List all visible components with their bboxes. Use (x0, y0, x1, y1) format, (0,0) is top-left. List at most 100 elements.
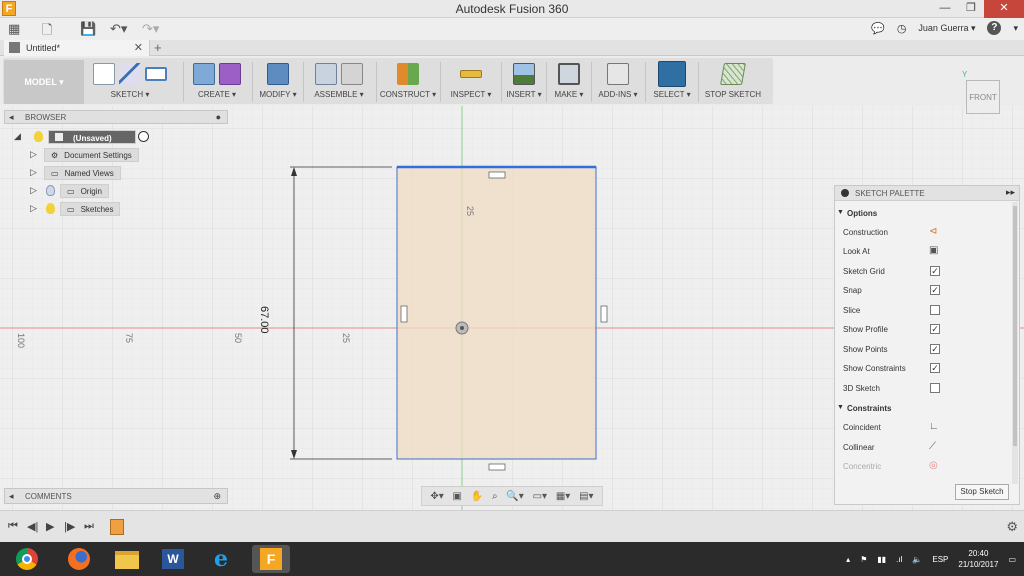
create-sketch-icon[interactable] (93, 63, 115, 85)
scripts-icon[interactable] (607, 63, 629, 85)
option-show-constraints[interactable]: Show Constraints ✓ (843, 362, 993, 376)
insert-image-icon[interactable] (513, 63, 535, 85)
display-settings-icon[interactable]: ▭▾ (533, 491, 547, 502)
viewports-icon[interactable]: ▤▾ (579, 491, 593, 502)
make-group[interactable]: MAKE ▾ (549, 60, 589, 104)
internet-explorer-icon[interactable]: e (206, 545, 236, 573)
maximize-button[interactable]: ❐ (958, 0, 984, 18)
activate-radio-icon[interactable] (138, 131, 149, 142)
show-constraints-checkbox[interactable]: ✓ (930, 363, 940, 373)
construct-group[interactable]: CONSTRUCT ▾ (379, 60, 437, 104)
browser-item-sketches[interactable]: ▷ ▭ Sketches (30, 202, 150, 216)
notifications-icon[interactable]: ▭ (1008, 555, 1016, 564)
browser-panel-header[interactable]: ◂ BROWSER ● (4, 110, 228, 124)
constraint-collinear[interactable]: Collinear ⟋ (843, 441, 993, 455)
view-cube[interactable]: FRONT (966, 80, 1000, 114)
measure-icon[interactable] (460, 70, 482, 78)
select-cursor-icon[interactable] (658, 61, 686, 87)
line-icon[interactable] (119, 63, 141, 85)
undo-icon[interactable]: ↶▾ (110, 21, 127, 37)
new-component-icon[interactable] (315, 63, 337, 85)
user-menu[interactable]: Juan Guerra ▾ (918, 23, 975, 34)
constraints-section-header[interactable]: Constraints (837, 404, 892, 413)
comments-panel[interactable]: ◂ COMMENTS ⊕ (4, 488, 228, 504)
expand-palette-icon[interactable]: ▸▸ (1006, 187, 1015, 198)
expand-icon[interactable]: ◢ (14, 131, 21, 142)
construction-icon[interactable]: ⊲ (929, 226, 937, 237)
orbit-icon[interactable]: ✥▾ (430, 491, 443, 502)
show-points-checkbox[interactable]: ✓ (930, 344, 940, 354)
visibility-bulb-icon[interactable] (34, 131, 43, 142)
insert-group[interactable]: INSERT ▾ (504, 60, 544, 104)
go-to-end-icon[interactable]: ⏭ (84, 520, 94, 533)
joint-icon[interactable] (341, 63, 363, 85)
fusion-360-taskbar-icon[interactable]: F (252, 545, 290, 573)
stop-sketch-group[interactable]: STOP SKETCH (702, 60, 764, 104)
play-icon[interactable]: ▶ (46, 520, 54, 533)
coincident-icon[interactable]: ∟ (929, 421, 939, 432)
browser-root[interactable]: ◢ (Unsaved) (14, 130, 149, 144)
help-icon[interactable]: ? (987, 21, 1002, 35)
redo-icon[interactable]: ↷▾ (142, 21, 159, 37)
constraint-coincident[interactable]: Coincident ∟ (843, 421, 993, 435)
options-section-header[interactable]: Options (837, 209, 877, 218)
browser-item-document-settings[interactable]: ▷ ⚙ Document Settings (30, 148, 150, 162)
3d-print-icon[interactable] (558, 63, 580, 85)
select-group[interactable]: SELECT ▾ (650, 60, 694, 104)
assemble-group[interactable]: ASSEMBLE ▾ (306, 60, 372, 104)
tab-untitled[interactable]: Untitled* ✕ (4, 40, 150, 56)
concentric-icon[interactable]: ◎ (929, 460, 938, 471)
expand-icon[interactable]: ▷ (30, 203, 37, 214)
system-clock[interactable]: 20:40 21/10/2017 (958, 548, 998, 570)
addins-group[interactable]: ADD-INS ▾ (594, 60, 642, 104)
expand-icon[interactable]: ▷ (30, 149, 37, 160)
step-forward-icon[interactable]: |▶ (64, 520, 75, 533)
pan-icon[interactable]: ✋ (471, 491, 483, 502)
constraint-concentric[interactable]: Concentric ◎ (843, 460, 993, 474)
file-explorer-icon[interactable] (112, 545, 142, 573)
dimension-label[interactable]: 67.00 (258, 306, 270, 334)
collapse-icon[interactable]: ● (216, 112, 221, 122)
action-center-icon[interactable]: ⚑ (860, 555, 867, 564)
option-3d-sketch[interactable]: 3D Sketch (843, 382, 993, 396)
option-slice[interactable]: Slice (843, 304, 993, 318)
close-tab-icon[interactable]: ✕ (134, 41, 143, 54)
option-show-profile[interactable]: Show Profile ✓ (843, 323, 993, 337)
offset-plane-icon[interactable] (397, 63, 419, 85)
timeline-settings-gear-icon[interactable]: ⚙ (1006, 519, 1018, 535)
firefox-icon[interactable] (64, 545, 94, 573)
option-construction[interactable]: Construction ⊲ (843, 226, 993, 240)
stop-sketch-button[interactable]: Stop Sketch (955, 484, 1009, 500)
step-back-icon[interactable]: ◀| (27, 520, 38, 533)
language-indicator[interactable]: ESP (932, 555, 948, 564)
press-pull-icon[interactable] (267, 63, 289, 85)
sketch-group[interactable]: SKETCH ▾ (90, 60, 170, 104)
option-snap[interactable]: Snap ✓ (843, 284, 993, 298)
rectangle-icon[interactable] (145, 67, 167, 81)
expand-icon[interactable]: ▷ (30, 167, 37, 178)
network-icon[interactable]: ▮▮ (877, 555, 886, 564)
minimize-button[interactable]: — (932, 0, 958, 18)
option-sketch-grid[interactable]: Sketch Grid ✓ (843, 265, 993, 279)
signal-icon[interactable]: .ıl (896, 555, 902, 564)
browser-item-named-views[interactable]: ▷ ▭ Named Views (30, 166, 150, 180)
palette-pin-icon[interactable] (841, 189, 849, 197)
form-icon[interactable] (219, 63, 241, 85)
save-icon[interactable]: 💾 (80, 21, 96, 37)
timeline-sketch-feature[interactable] (110, 519, 124, 535)
chrome-icon[interactable] (12, 545, 42, 573)
sketch-grid-checkbox[interactable]: ✓ (930, 266, 940, 276)
job-status-icon[interactable]: ◷ (897, 22, 907, 35)
extrude-icon[interactable] (193, 63, 215, 85)
add-comment-icon[interactable]: ⊕ (213, 491, 221, 502)
option-look-at[interactable]: Look At ▣ (843, 245, 993, 259)
browser-item-origin[interactable]: ▷ ▭ Origin (30, 184, 150, 198)
close-button[interactable]: ✕ (984, 0, 1024, 18)
zoom-fit-icon[interactable]: ⌕ (492, 491, 498, 502)
show-hidden-icons-icon[interactable]: ▴ (846, 555, 850, 564)
home-view-icon[interactable]: Y (962, 70, 967, 79)
word-icon[interactable]: W (158, 545, 188, 573)
help-dropdown-icon[interactable]: ▾ (1013, 23, 1018, 34)
volume-icon[interactable]: 🔈 (912, 555, 922, 564)
inspect-group[interactable]: INSPECT ▾ (443, 60, 499, 104)
